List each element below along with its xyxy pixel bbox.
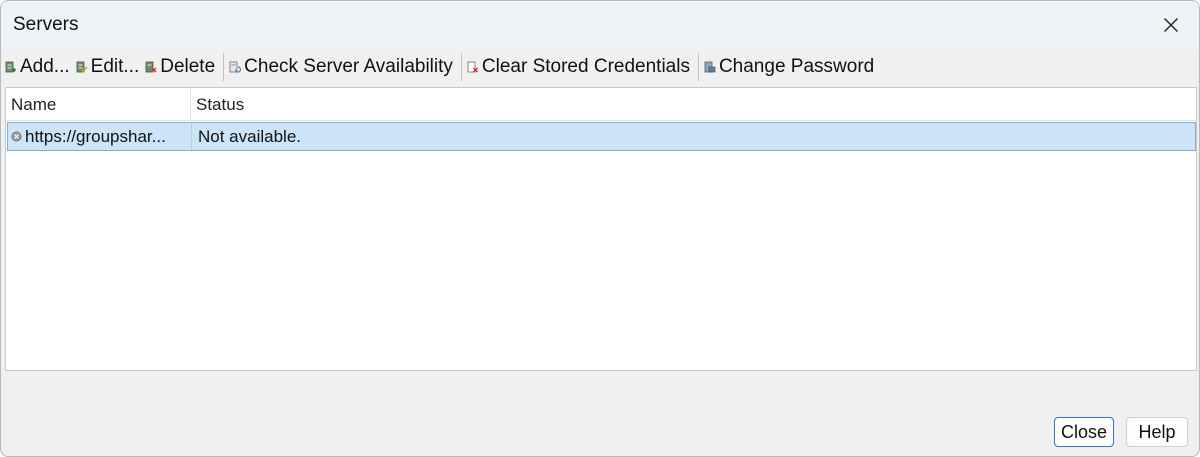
server-status-cell: Not available. xyxy=(198,127,302,146)
close-icon xyxy=(1164,18,1178,32)
servers-dialog: Servers Add... Edit... Delete Check Serv… xyxy=(0,0,1200,457)
server-name-cell: https://groupshar... xyxy=(25,127,166,146)
close-window-button[interactable] xyxy=(1153,7,1189,43)
change-password-icon xyxy=(704,61,716,73)
close-button[interactable]: Close xyxy=(1054,417,1114,447)
server-unavailable-icon xyxy=(11,131,22,142)
column-header-name[interactable]: Name xyxy=(11,88,191,120)
column-header-status[interactable]: Status xyxy=(192,88,596,120)
toolbar-separator xyxy=(460,53,462,81)
help-button[interactable]: Help xyxy=(1126,417,1188,447)
edit-server-icon xyxy=(76,61,88,73)
toolbar-separator xyxy=(697,53,699,81)
title-bar: Servers xyxy=(1,1,1199,49)
delete-button[interactable]: Delete xyxy=(143,52,219,82)
clear-stored-credentials-button[interactable]: Clear Stored Credentials xyxy=(465,52,694,82)
table-row[interactable]: https://groupshar... Not available. xyxy=(7,122,1196,151)
toolbar: Add... Edit... Delete Check Server Avail… xyxy=(1,49,1199,85)
clear-stored-credentials-label: Clear Stored Credentials xyxy=(481,56,690,77)
toolbar-separator xyxy=(223,53,225,81)
edit-button[interactable]: Edit... xyxy=(74,52,144,82)
check-server-availability-button[interactable]: Check Server Availability xyxy=(227,52,457,82)
check-server-availability-label: Check Server Availability xyxy=(244,56,453,77)
clear-credentials-icon xyxy=(467,61,478,73)
edit-button-label: Edit... xyxy=(90,56,140,77)
list-header: Name Status xyxy=(6,88,1196,121)
cell-divider xyxy=(191,123,192,150)
dialog-title: Servers xyxy=(13,14,79,35)
check-availability-icon xyxy=(229,61,242,73)
column-divider[interactable] xyxy=(190,88,191,120)
delete-button-label: Delete xyxy=(160,56,216,77)
add-button[interactable]: Add... xyxy=(3,52,74,82)
add-button-label: Add... xyxy=(20,56,70,77)
servers-list[interactable]: Name Status https://groupshar... Not ava… xyxy=(5,87,1197,371)
change-password-label: Change Password xyxy=(718,56,875,77)
add-server-icon xyxy=(5,61,16,73)
delete-server-icon xyxy=(145,61,157,73)
change-password-button[interactable]: Change Password xyxy=(702,52,878,82)
